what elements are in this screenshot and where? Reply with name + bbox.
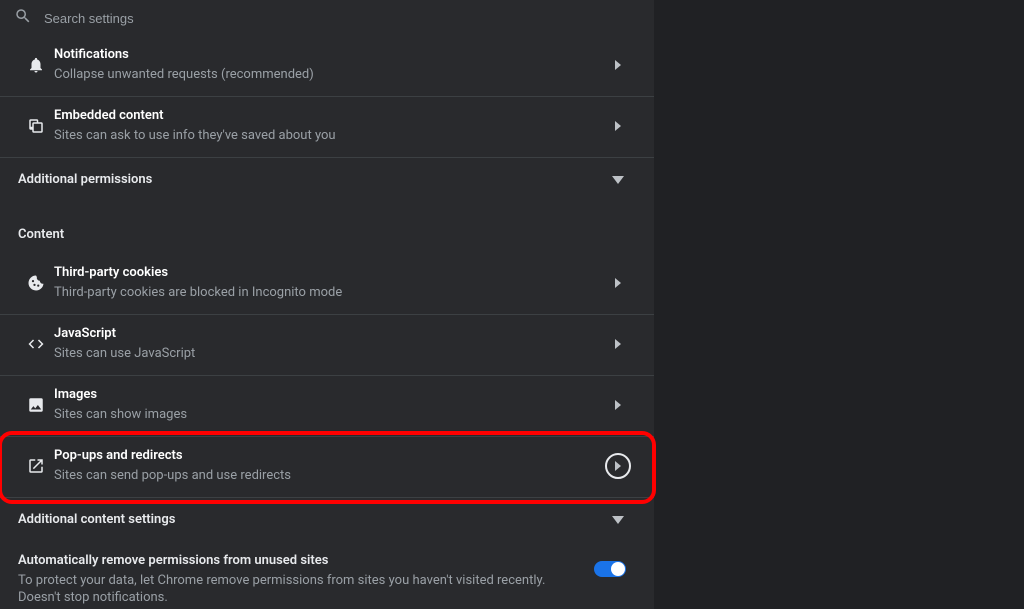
row-title: Notifications bbox=[54, 46, 592, 64]
row-title: Automatically remove permissions from un… bbox=[18, 553, 578, 568]
row-title: Embedded content bbox=[54, 107, 592, 125]
row-images[interactable]: Images Sites can show images bbox=[0, 376, 654, 437]
expander-label: Additional content settings bbox=[18, 512, 600, 527]
search-bar[interactable] bbox=[0, 0, 654, 36]
row-subtitle: To protect your data, let Chrome remove … bbox=[18, 572, 578, 606]
row-notifications[interactable]: Notifications Collapse unwanted requests… bbox=[0, 36, 654, 97]
expander-label: Additional permissions bbox=[18, 172, 600, 187]
row-subtitle: Third-party cookies are blocked in Incog… bbox=[54, 284, 592, 302]
row-subtitle: Sites can ask to use info they've saved … bbox=[54, 127, 592, 145]
row-subtitle: Collapse unwanted requests (recommended) bbox=[54, 66, 592, 84]
row-embedded-content[interactable]: Embedded content Sites can ask to use in… bbox=[0, 97, 654, 158]
chevron-down-icon bbox=[600, 176, 636, 184]
popup-icon bbox=[18, 457, 54, 475]
row-title: JavaScript bbox=[54, 325, 592, 343]
chevron-right-icon bbox=[600, 278, 636, 288]
chevron-right-icon bbox=[600, 60, 636, 70]
row-third-party-cookies[interactable]: Third-party cookies Third-party cookies … bbox=[0, 254, 654, 315]
row-title: Third-party cookies bbox=[54, 264, 592, 282]
chevron-down-icon bbox=[600, 516, 636, 524]
row-subtitle: Sites can show images bbox=[54, 406, 592, 424]
cookie-icon bbox=[18, 274, 54, 292]
expander-additional-permissions[interactable]: Additional permissions bbox=[0, 158, 654, 201]
image-icon bbox=[18, 396, 54, 414]
chevron-right-icon bbox=[600, 400, 636, 410]
chevron-right-icon bbox=[600, 461, 636, 471]
row-title: Images bbox=[54, 386, 592, 404]
chevron-right-icon bbox=[600, 339, 636, 349]
search-input[interactable] bbox=[42, 10, 640, 27]
row-subtitle: Sites can send pop-ups and use redirects bbox=[54, 467, 592, 485]
row-javascript[interactable]: JavaScript Sites can use JavaScript bbox=[0, 315, 654, 376]
search-icon bbox=[14, 7, 32, 29]
code-icon bbox=[18, 335, 54, 353]
embedded-content-icon bbox=[18, 117, 54, 135]
chevron-right-icon bbox=[600, 121, 636, 131]
toggle-auto-remove[interactable] bbox=[594, 561, 626, 577]
expander-additional-content-settings[interactable]: Additional content settings bbox=[0, 498, 654, 541]
row-auto-remove-permissions: Automatically remove permissions from un… bbox=[0, 541, 654, 609]
row-title: Pop-ups and redirects bbox=[54, 447, 592, 465]
bell-icon bbox=[18, 56, 54, 74]
row-subtitle: Sites can use JavaScript bbox=[54, 345, 592, 363]
settings-panel: Notifications Collapse unwanted requests… bbox=[0, 0, 654, 609]
row-popups-and-redirects[interactable]: Pop-ups and redirects Sites can send pop… bbox=[0, 437, 654, 498]
section-heading-content: Content bbox=[0, 201, 654, 254]
